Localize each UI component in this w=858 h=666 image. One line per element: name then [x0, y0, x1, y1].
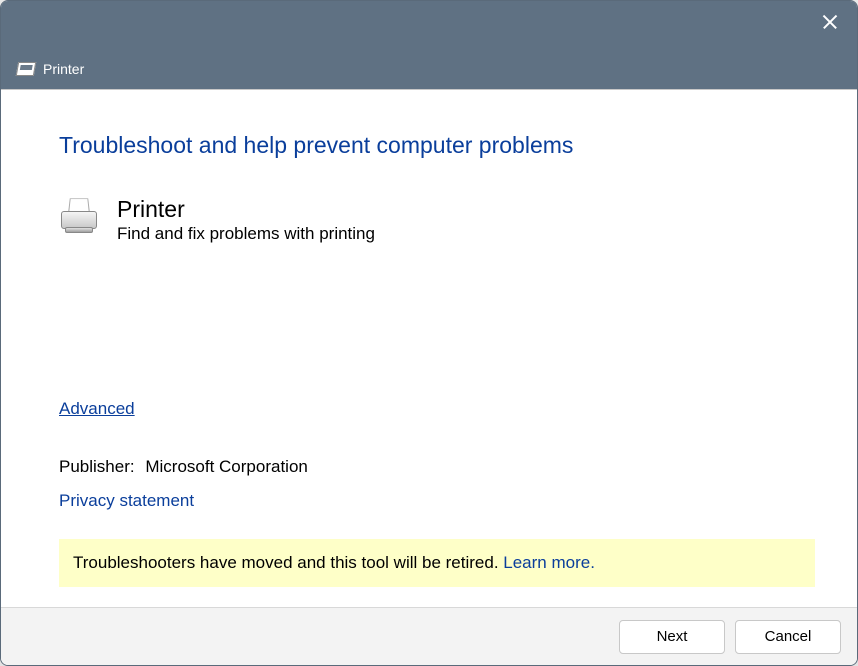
category-text: Printer Find and fix problems with print…	[117, 197, 375, 244]
notice-banner: Troubleshooters have moved and this tool…	[59, 539, 815, 587]
category-description: Find and fix problems with printing	[117, 224, 375, 244]
subheader: Printer	[1, 49, 857, 89]
learn-more-link[interactable]: Learn more.	[503, 553, 595, 572]
footer: Next Cancel	[1, 607, 857, 665]
window-title: Printer	[43, 61, 84, 77]
next-button[interactable]: Next	[619, 620, 725, 654]
printer-small-icon	[16, 62, 36, 76]
category-row: Printer Find and fix problems with print…	[59, 197, 799, 244]
printer-icon	[59, 197, 99, 233]
page-heading: Troubleshoot and help prevent computer p…	[59, 132, 799, 159]
privacy-statement-link[interactable]: Privacy statement	[59, 491, 194, 511]
category-title: Printer	[117, 197, 375, 222]
close-icon[interactable]	[821, 13, 839, 31]
publisher-row: Publisher: Microsoft Corporation	[59, 457, 799, 477]
content-area: Troubleshoot and help prevent computer p…	[1, 89, 857, 607]
advanced-link[interactable]: Advanced	[59, 399, 135, 419]
titlebar	[1, 1, 857, 49]
cancel-button[interactable]: Cancel	[735, 620, 841, 654]
notice-text: Troubleshooters have moved and this tool…	[73, 553, 503, 572]
troubleshooter-window: Printer Troubleshoot and help prevent co…	[0, 0, 858, 666]
publisher-label: Publisher:	[59, 457, 135, 476]
publisher-value: Microsoft Corporation	[145, 457, 308, 476]
